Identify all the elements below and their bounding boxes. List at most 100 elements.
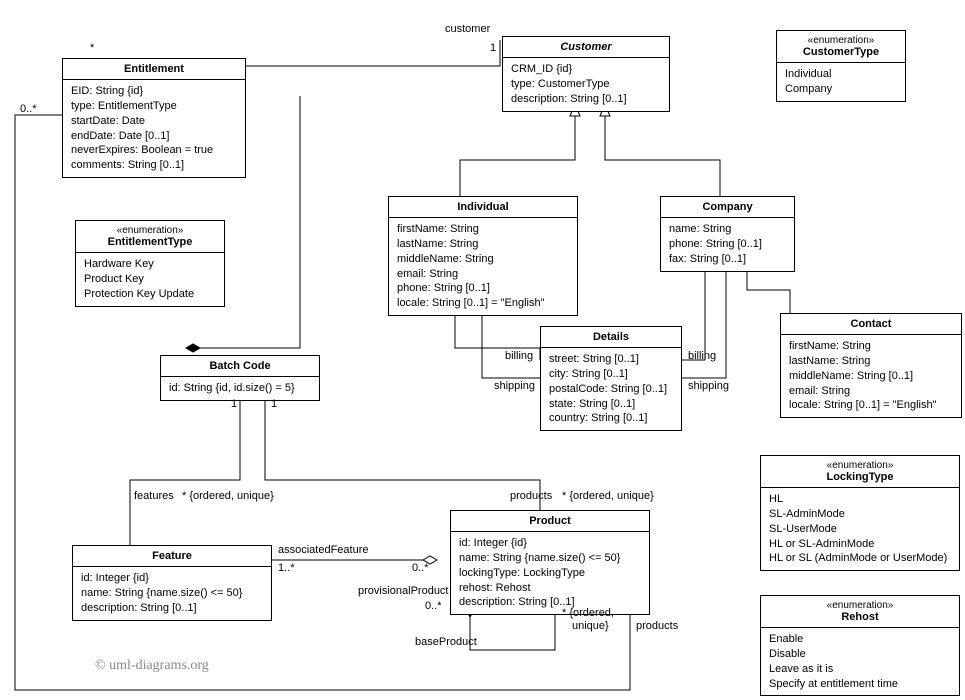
label-base-product: baseProduct (415, 636, 477, 648)
attribute-line: lastName: String (397, 237, 569, 252)
attribute-line: Product Key (84, 272, 216, 287)
attrs-entitlement: EID: String {id}type: EntitlementTypesta… (63, 80, 245, 177)
title-rehost: «enumeration» Rehost (761, 596, 959, 628)
attribute-line: type: CustomerType (511, 77, 661, 92)
class-feature: Feature id: Integer {id}name: String {na… (72, 545, 272, 621)
label-provisional-product: provisionalProduct (358, 585, 449, 597)
attrs-customer-type: IndividualCompany (777, 63, 905, 101)
attribute-line: description: String [0..1] (81, 601, 263, 616)
attribute-line: middleName: String (397, 252, 569, 267)
class-company: Company name: Stringphone: String [0..1]… (660, 196, 795, 272)
attribute-line: country: String [0..1] (549, 411, 673, 426)
title-details: Details (541, 327, 681, 348)
attribute-line: firstName: String (789, 339, 953, 354)
attrs-entitlement-type: Hardware KeyProduct KeyProtection Key Up… (76, 253, 224, 306)
attribute-line: email: String (789, 384, 953, 399)
attrs-product: id: Integer {id}name: String {name.size(… (451, 532, 649, 614)
attribute-line: Company (785, 82, 897, 97)
attrs-rehost: EnableDisableLeave as it isSpecify at en… (761, 628, 959, 695)
title-individual: Individual (389, 197, 577, 218)
title-entitlement: Entitlement (63, 59, 245, 80)
attribute-line: id: Integer {id} (459, 536, 641, 551)
label-assoc-feat-mult: 1..* (278, 562, 295, 574)
attrs-customer: CRM_ID {id}type: CustomerTypedescription… (503, 58, 669, 111)
attribute-line: firstName: String (397, 222, 569, 237)
title-customer: Customer (503, 37, 669, 58)
label-customer-mult: 1 (490, 42, 496, 54)
attribute-line: name: String {name.size() <= 50} (459, 551, 641, 566)
attribute-line: locale: String [0..1] = "English" (397, 296, 569, 311)
attribute-line: endDate: Date [0..1] (71, 129, 237, 144)
attribute-line: phone: String [0..1] (669, 237, 786, 252)
attribute-line: SL-UserMode (769, 522, 951, 537)
attrs-company: name: Stringphone: String [0..1]fax: Str… (661, 218, 794, 271)
title-company: Company (661, 197, 794, 218)
attribute-line: neverExpires: Boolean = true (71, 143, 237, 158)
attribute-line: CRM_ID {id} (511, 62, 661, 77)
label-batch-one2: 1 (271, 398, 277, 410)
attribute-line: id: Integer {id} (81, 571, 263, 586)
rehost-title-text: Rehost (841, 611, 878, 623)
label-products-constraint: * {ordered, unique} (562, 490, 654, 502)
attribute-line: email: String (397, 267, 569, 282)
label-self-constraint1: * {ordered, (562, 607, 614, 619)
attribute-line: Leave as it is (769, 662, 951, 677)
attribute-line: Disable (769, 647, 951, 662)
attribute-line: startDate: Date (71, 114, 237, 129)
attribute-line: Hardware Key (84, 257, 216, 272)
label-self-products: products (636, 620, 678, 632)
label-features: features (134, 490, 174, 502)
title-customer-type: «enumeration» CustomerType (777, 31, 905, 63)
attrs-details: street: String [0..1]city: String [0..1]… (541, 348, 681, 430)
attribute-line: description: String [0..1] (511, 92, 661, 107)
stereotype-entitlement-type: «enumeration» (84, 225, 216, 236)
class-entitlement: Entitlement EID: String {id}type: Entitl… (62, 58, 246, 178)
label-batch-one1: 1 (231, 398, 237, 410)
label-associated-feature: associatedFeature (278, 544, 369, 556)
class-locking-type: «enumeration» LockingType HLSL-AdminMode… (760, 455, 960, 571)
attrs-batch-code: id: String {id, id.size() = 5} (161, 377, 319, 400)
attribute-line: EID: String {id} (71, 84, 237, 99)
label-shipping2: shipping (688, 380, 729, 392)
attrs-contact: firstName: StringlastName: StringmiddleN… (781, 335, 961, 417)
label-shipping1: shipping (494, 380, 535, 392)
title-contact: Contact (781, 314, 961, 335)
class-customer: Customer CRM_ID {id}type: CustomerTypede… (502, 36, 670, 112)
attrs-locking-type: HLSL-AdminModeSL-UserModeHL or SL-AdminM… (761, 488, 959, 570)
class-rehost: «enumeration» Rehost EnableDisableLeave … (760, 595, 960, 696)
stereotype-locking-type: «enumeration» (769, 460, 951, 471)
attribute-line: Protection Key Update (84, 287, 216, 302)
class-customer-type: «enumeration» CustomerType IndividualCom… (776, 30, 906, 102)
class-product: Product id: Integer {id}name: String {na… (450, 510, 650, 615)
title-batch-code: Batch Code (161, 356, 319, 377)
stereotype-customer-type: «enumeration» (785, 35, 897, 46)
class-batch-code: Batch Code id: String {id, id.size() = 5… (160, 355, 320, 401)
label-features-constraint: * {ordered, unique} (182, 490, 274, 502)
title-product: Product (451, 511, 649, 532)
attribute-line: Individual (785, 67, 897, 82)
locking-type-title-text: LockingType (826, 471, 893, 483)
title-entitlement-type: «enumeration» EntitlementType (76, 221, 224, 253)
attribute-line: middleName: String [0..1] (789, 369, 953, 384)
attribute-line: Enable (769, 632, 951, 647)
label-self-constraint2: unique} (572, 620, 609, 632)
attrs-feature: id: Integer {id}name: String {name.size(… (73, 567, 271, 620)
label-billing1: billing (505, 350, 533, 362)
label-ent-zeromany: 0..* (20, 103, 37, 115)
stereotype-rehost: «enumeration» (769, 600, 951, 611)
attribute-line: phone: String [0..1] (397, 281, 569, 296)
attrs-individual: firstName: StringlastName: StringmiddleN… (389, 218, 577, 315)
attribute-line: HL (769, 492, 951, 507)
attribute-line: id: String {id, id.size() = 5} (169, 381, 311, 396)
label-assoc-prod-mult: 0..* (412, 562, 429, 574)
attribute-line: name: String (669, 222, 786, 237)
class-contact: Contact firstName: StringlastName: Strin… (780, 313, 962, 418)
title-feature: Feature (73, 546, 271, 567)
attribute-line: name: String {name.size() <= 50} (81, 586, 263, 601)
attribute-line: HL or SL (AdminMode or UserMode) (769, 551, 951, 566)
class-entitlement-type: «enumeration» EntitlementType Hardware K… (75, 220, 225, 307)
attribute-line: street: String [0..1] (549, 352, 673, 367)
attribute-line: Specify at entitlement time (769, 677, 951, 692)
label-billing2: billing (688, 350, 716, 362)
attribute-line: city: String [0..1] (549, 367, 673, 382)
